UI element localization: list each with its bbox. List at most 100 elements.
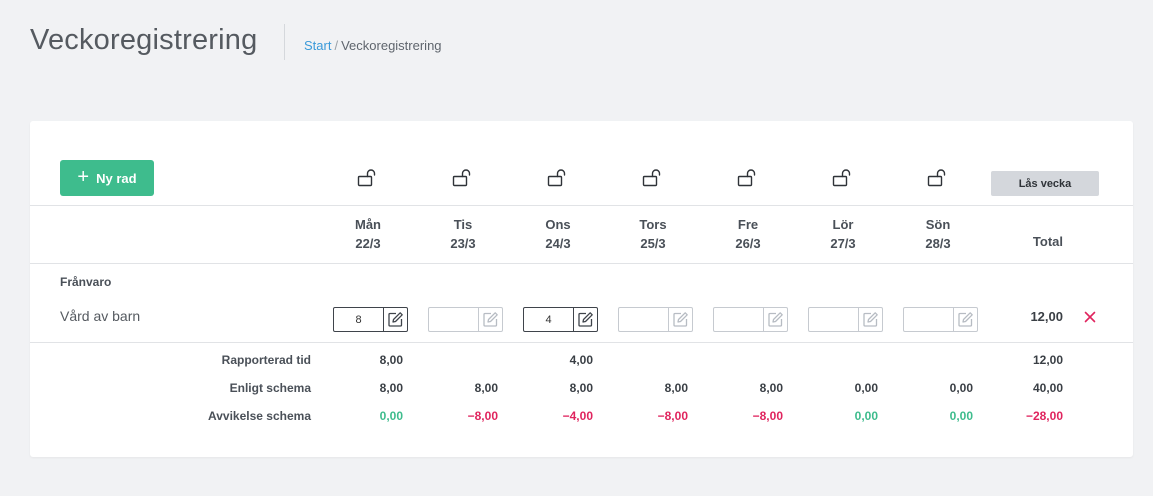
hours-input-value[interactable]: 4 [524, 308, 574, 331]
unlocked-padlock-icon [452, 169, 471, 187]
summary-value: 8,00 [474, 381, 498, 395]
day-lock-button[interactable] [547, 168, 569, 188]
summary-value: 0,00 [949, 381, 973, 395]
close-icon [1084, 311, 1096, 323]
day-date: 23/3 [450, 236, 476, 251]
edit-button[interactable] [574, 308, 597, 331]
edit-icon [578, 312, 593, 327]
summary-value: 0,00 [854, 409, 878, 423]
hours-input[interactable]: 8 [333, 307, 408, 332]
day-date: 25/3 [640, 236, 666, 251]
day-lock-button[interactable] [357, 168, 379, 188]
day-date: 26/3 [735, 236, 761, 251]
summary-value: 8,00 [379, 381, 403, 395]
day-lock-button[interactable] [737, 168, 759, 188]
edit-icon [673, 312, 688, 327]
edit-icon [863, 312, 878, 327]
total-column-header: Total [1032, 234, 1063, 249]
hours-input[interactable]: 4 [523, 307, 598, 332]
day-name: Lör [832, 217, 854, 232]
summary-value: 4,00 [569, 353, 593, 367]
day-name: Mån [355, 217, 381, 232]
summary-value: −4,00 [562, 409, 593, 423]
summary-value: 0,00 [949, 409, 973, 423]
day-date: 22/3 [355, 236, 381, 251]
hours-input[interactable] [428, 307, 503, 332]
hours-input[interactable] [713, 307, 788, 332]
edit-icon [958, 312, 973, 327]
week-registration-card: + Ny rad Lås vecka Mån 22/3 Tis 23/3 Ons 24/3… [30, 121, 1133, 457]
header-divider-bottom [30, 263, 1133, 264]
day-name: Fre [737, 217, 759, 232]
hours-input-value[interactable] [619, 308, 669, 331]
day-date: 27/3 [830, 236, 856, 251]
day-name: Ons [545, 217, 571, 232]
row-total: 12,00 [1030, 309, 1063, 324]
hours-input[interactable] [618, 307, 693, 332]
edit-button[interactable] [479, 308, 502, 331]
row-label-vard-av-barn: Vård av barn [60, 308, 141, 324]
breadcrumb-home-link[interactable]: Start [304, 38, 331, 53]
hours-input-value[interactable] [809, 308, 859, 331]
summary-value: 8,00 [379, 353, 403, 367]
unlocked-padlock-icon [357, 169, 376, 187]
unlocked-padlock-icon [927, 169, 946, 187]
page-title: Veckoregistrering [30, 24, 258, 56]
hours-input-value[interactable] [714, 308, 764, 331]
summary-value: 0,00 [379, 409, 403, 423]
day-lock-button[interactable] [927, 168, 949, 188]
day-name: Tis [453, 217, 473, 232]
new-row-button[interactable]: + Ny rad [60, 160, 154, 196]
new-row-label: Ny rad [96, 170, 137, 186]
hours-input-value[interactable]: 8 [334, 308, 384, 331]
day-name: Sön [925, 217, 951, 232]
day-column-header: Tors 25/3 [618, 215, 688, 253]
summary-total: 40,00 [1032, 381, 1063, 395]
plus-icon: + [77, 166, 90, 188]
edit-button[interactable] [859, 308, 882, 331]
breadcrumb: Start / Veckoregistrering [304, 38, 442, 53]
day-column-header: Sön 28/3 [903, 215, 973, 253]
summary-label: Rapporterad tid [221, 353, 311, 367]
summary-divider [30, 342, 1133, 343]
summary-label: Avvikelse schema [208, 409, 311, 423]
edit-icon [388, 312, 403, 327]
title-divider [284, 24, 285, 60]
summary-value: 8,00 [569, 381, 593, 395]
day-date: 24/3 [545, 236, 571, 251]
edit-icon [768, 312, 783, 327]
breadcrumb-current: Veckoregistrering [341, 38, 442, 53]
summary-total: −28,00 [1025, 409, 1063, 423]
header-divider-top [30, 205, 1133, 206]
day-lock-button[interactable] [452, 168, 474, 188]
hours-input-value[interactable] [429, 308, 479, 331]
summary-value: 0,00 [854, 381, 878, 395]
day-date: 28/3 [925, 236, 951, 251]
summary-value: −8,00 [467, 409, 498, 423]
edit-button[interactable] [954, 308, 977, 331]
delete-row-button[interactable] [1082, 309, 1098, 325]
unlocked-padlock-icon [737, 169, 756, 187]
unlocked-padlock-icon [547, 169, 566, 187]
hours-input[interactable] [808, 307, 883, 332]
edit-icon [483, 312, 498, 327]
day-column-header: Tis 23/3 [428, 215, 498, 253]
unlocked-padlock-icon [642, 169, 661, 187]
day-lock-button[interactable] [642, 168, 664, 188]
group-label-franvaro: Frånvaro [60, 275, 112, 289]
page-header: Veckoregistrering Start / Veckoregistrerin… [0, 0, 1153, 80]
day-name: Tors [639, 217, 667, 232]
edit-button[interactable] [764, 308, 787, 331]
edit-button[interactable] [669, 308, 692, 331]
summary-value: 8,00 [759, 381, 783, 395]
day-column-header: Lör 27/3 [808, 215, 878, 253]
lock-week-button[interactable]: Lås vecka [991, 171, 1099, 196]
unlocked-padlock-icon [832, 169, 851, 187]
edit-button[interactable] [384, 308, 407, 331]
breadcrumb-separator: / [334, 38, 339, 53]
day-lock-button[interactable] [832, 168, 854, 188]
hours-input-value[interactable] [904, 308, 954, 331]
day-column-header: Mån 22/3 [333, 215, 403, 253]
hours-input[interactable] [903, 307, 978, 332]
summary-value: −8,00 [657, 409, 688, 423]
